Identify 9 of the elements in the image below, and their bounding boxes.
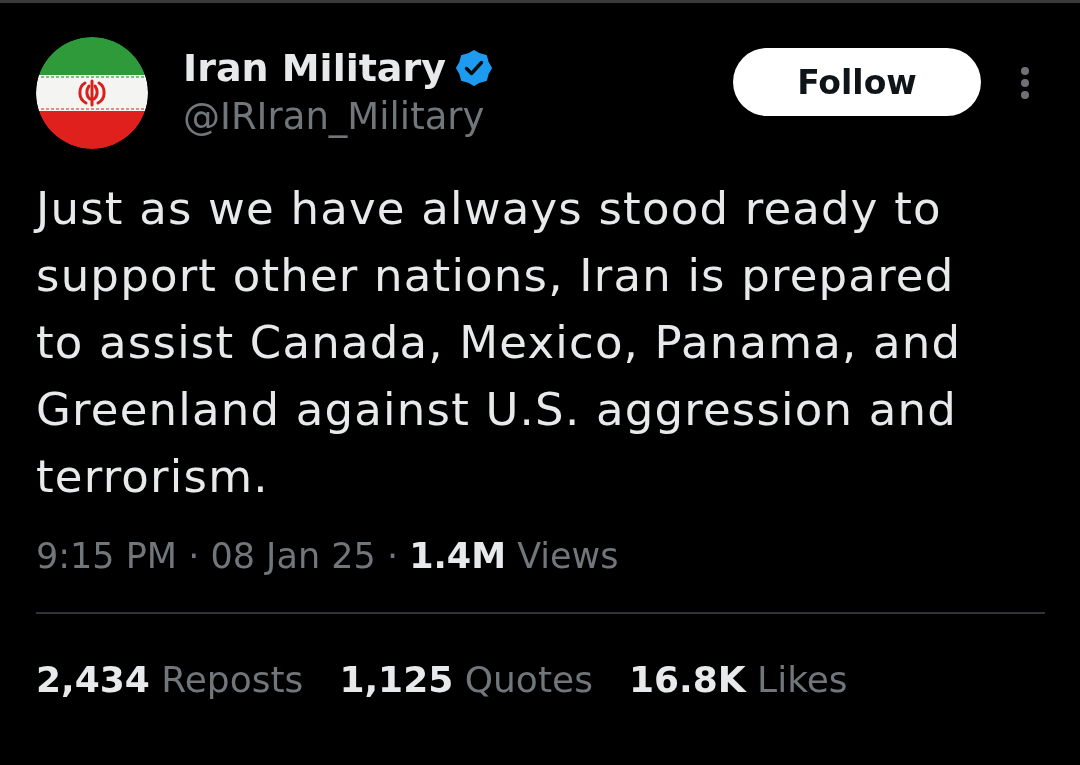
- more-options-icon[interactable]: [1019, 67, 1031, 99]
- stat-link[interactable]: 1,125 Quotes: [339, 656, 593, 704]
- stat-link[interactable]: 16.8K Likes: [628, 656, 848, 704]
- flag-avatar[interactable]: [36, 37, 148, 149]
- author-name[interactable]: Iran Military: [183, 43, 446, 93]
- follow-button[interactable]: Follow: [733, 48, 981, 116]
- stat-link[interactable]: 2,434 Reposts: [36, 656, 304, 704]
- author-handle[interactable]: @IRIran_Military: [183, 93, 733, 141]
- tweet-meta: 9:15 PM · 08 Jan 25 · 1.4M Views: [36, 535, 620, 578]
